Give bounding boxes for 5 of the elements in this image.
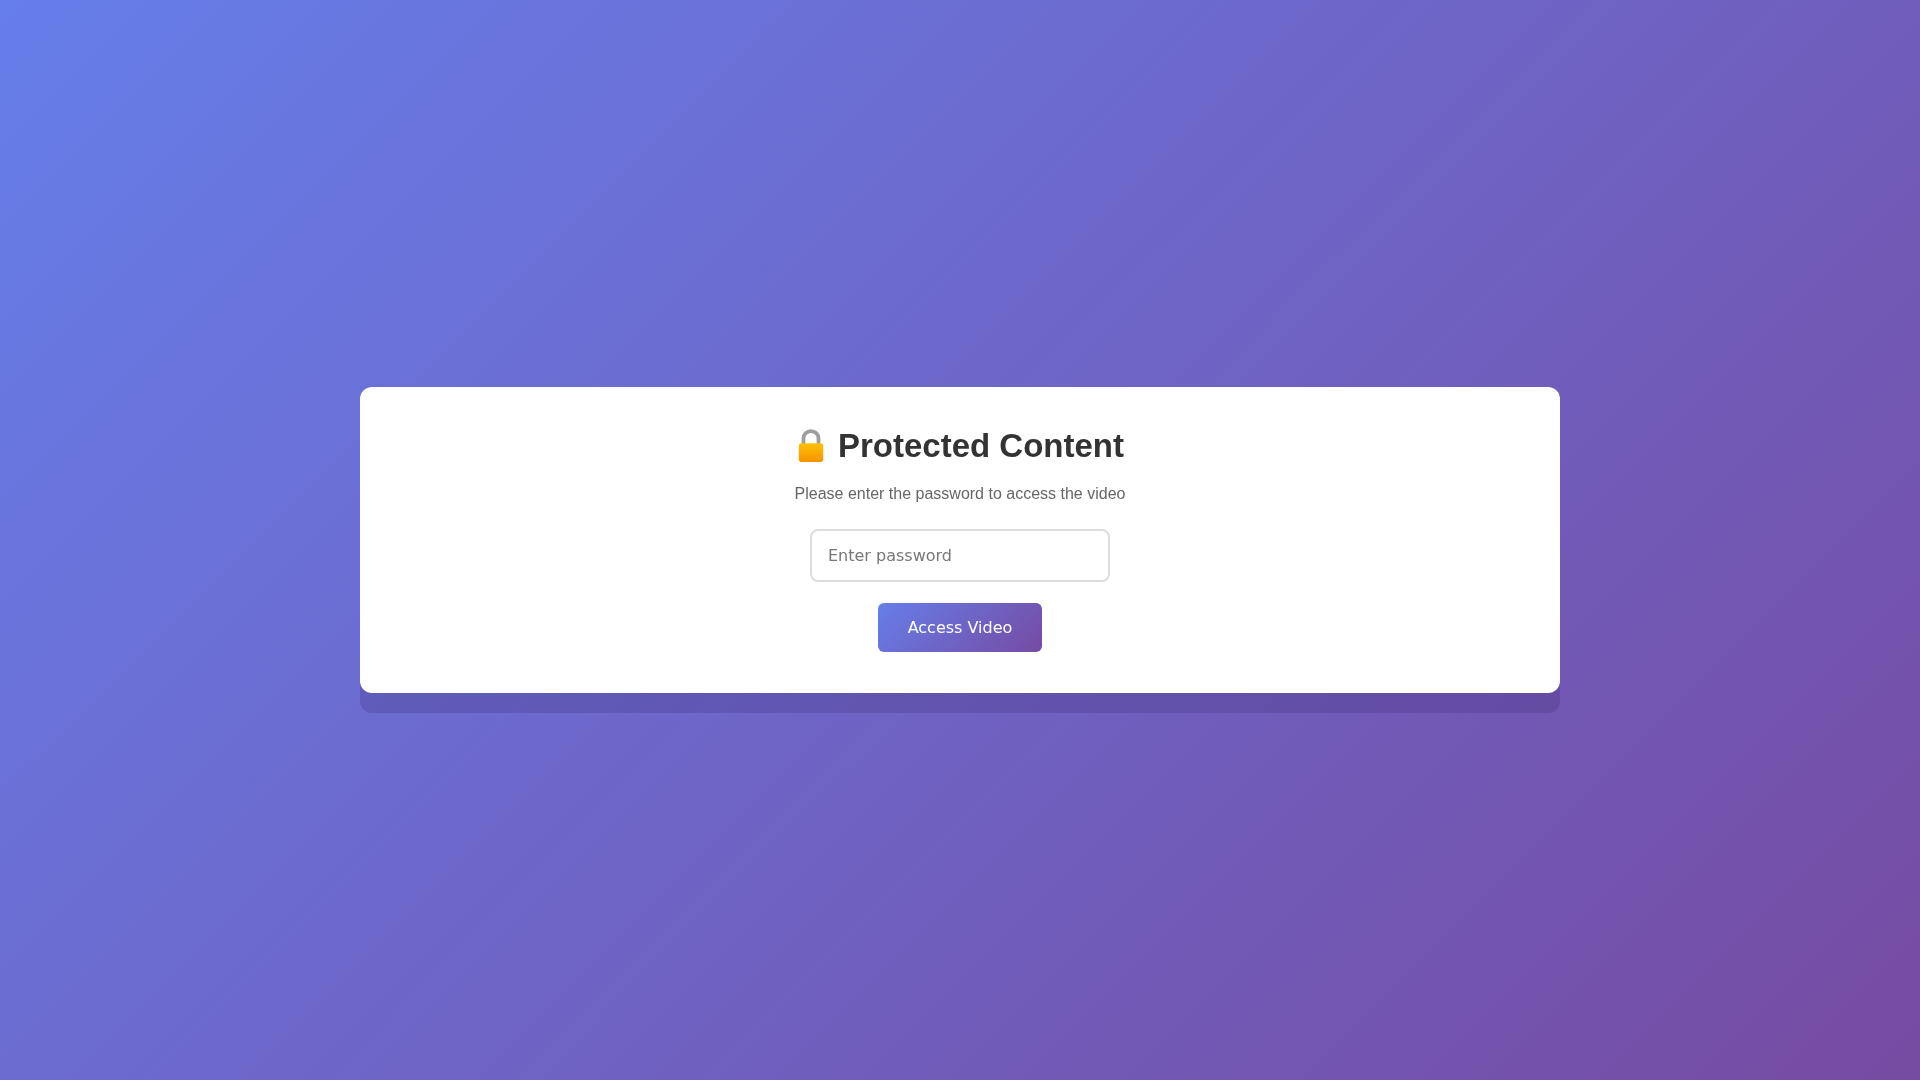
title: Protected Content: [838, 427, 1124, 465]
instruction-text: Please enter the password to access the video: [794, 485, 1126, 503]
lock-icon: [796, 429, 826, 463]
password-field[interactable]: Enter password: [810, 529, 1110, 582]
access-video-button[interactable]: Access Video: [878, 603, 1042, 652]
